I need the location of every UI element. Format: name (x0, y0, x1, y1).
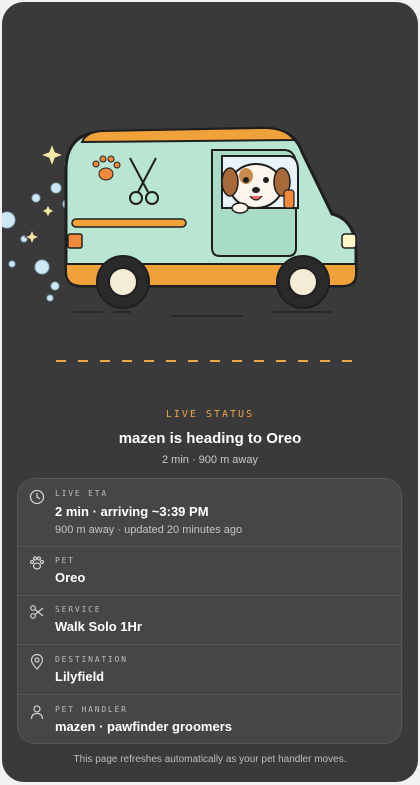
paw-icon (29, 556, 45, 570)
route-progress-line (56, 360, 356, 362)
detail-row-eta: LIVE ETA 2 min · arriving ~3:39 PM 900 m… (18, 479, 401, 547)
destination-value: Lilyfield (55, 669, 105, 684)
clock-icon (29, 489, 45, 505)
handler-label: PET HANDLER (55, 705, 128, 714)
live-status-label: LIVE STATUS (165, 409, 255, 420)
eta-value: 2 min · arriving ~3:39 PM (55, 504, 209, 519)
pet-value: Oreo (55, 570, 86, 585)
scissors-icon (30, 605, 44, 619)
pet-label: PET (55, 556, 75, 565)
eta-subtext: 900 m away · updated 20 minutes ago (55, 524, 243, 536)
detail-row-destination: DESTINATION Lilyfield (18, 644, 401, 695)
status-title: mazen is heading to Oreo (118, 430, 302, 447)
detail-row-service: SERVICE Walk Solo 1Hr (18, 595, 401, 645)
service-value: Walk Solo 1Hr (55, 619, 142, 634)
tracking-screen: LIVE STATUS mazen is heading to Oreo 2 m… (2, 2, 418, 782)
destination-label: DESTINATION (55, 655, 128, 664)
status-subtitle: 2 min · 900 m away (162, 454, 258, 466)
person-icon (30, 705, 44, 720)
grooming-van-illustration (2, 126, 358, 317)
location-pin-icon (30, 654, 44, 670)
handler-value: mazen · pawfinder groomers (55, 719, 232, 734)
detail-row-handler: PET HANDLER mazen · pawfinder groomers (18, 694, 401, 743)
refresh-note: This page refreshes automatically as you… (73, 754, 347, 765)
service-label: SERVICE (55, 605, 102, 614)
detail-row-pet: PET Oreo (18, 546, 401, 596)
details-card: LIVE ETA 2 min · arriving ~3:39 PM 900 m… (17, 478, 402, 744)
eta-label: LIVE ETA (55, 489, 108, 498)
